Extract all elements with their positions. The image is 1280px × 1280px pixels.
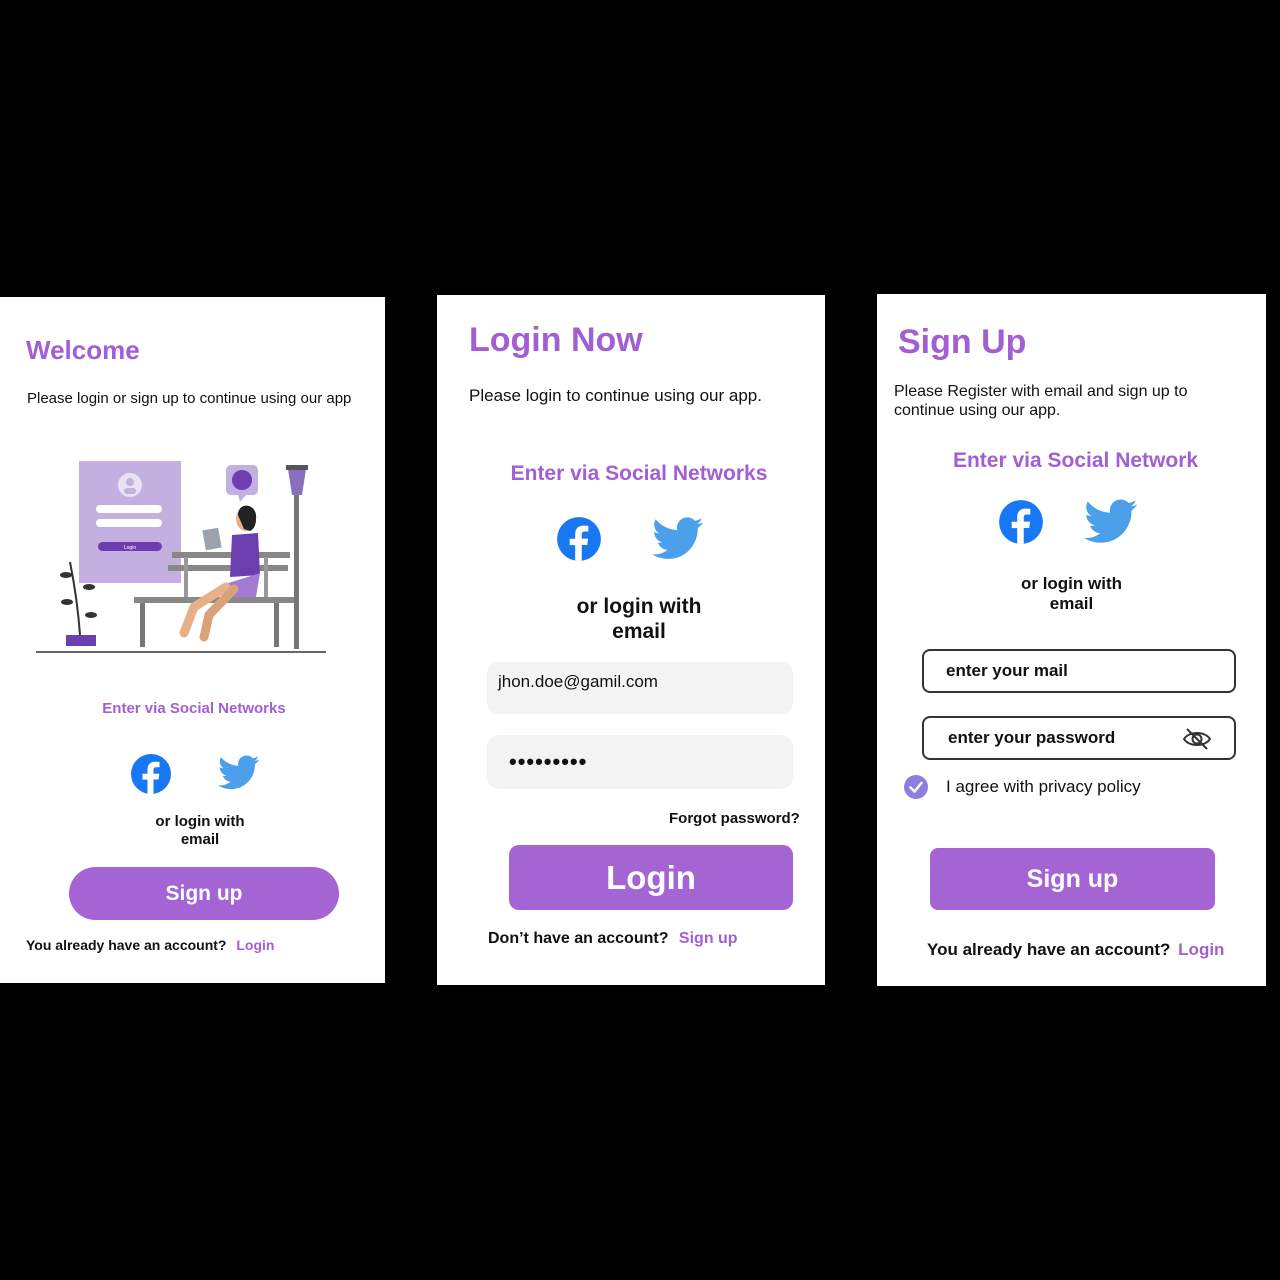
login-title: Login Now [469, 321, 643, 359]
or-login-line1: or login with [155, 813, 245, 830]
login-button[interactable]: Login [509, 845, 793, 910]
signup-social-heading: Enter via Social Network [952, 449, 1199, 472]
mini-login-label: Login [124, 545, 136, 551]
signup-footer: You already have an account? Login [927, 940, 1224, 960]
welcome-signup-button[interactable]: Sign up [69, 867, 339, 920]
signup-login-link[interactable]: Login [1178, 940, 1224, 959]
signup-title: Sign Up [898, 323, 1027, 361]
illustration-graphic: Login [36, 461, 326, 653]
signup-subtitle-line2: continue using our app. [894, 402, 1061, 419]
login-signup-link[interactable]: Sign up [679, 930, 738, 947]
welcome-title: Welcome [26, 335, 140, 365]
facebook-icon[interactable] [998, 499, 1044, 545]
welcome-or-login: or login with email [0, 813, 385, 849]
signup-footer-text: You already have an account? [927, 940, 1171, 959]
welcome-subtitle: Please login or sign up to continue usin… [27, 390, 352, 407]
facebook-icon[interactable] [130, 753, 172, 795]
login-social-heading: Enter via Social Networks [510, 462, 768, 485]
agree-checkbox[interactable] [904, 775, 928, 799]
login-password-field[interactable]: ••••••••• [487, 735, 793, 789]
signup-password-field[interactable]: enter your password [922, 716, 1236, 760]
or-login-line2: email [612, 620, 666, 644]
signup-subtitle: Please Register with email and sign up t… [894, 382, 1188, 420]
login-subtitle: Please login to continue using our app. [469, 386, 762, 405]
agree-label: I agree with privacy policy [946, 777, 1141, 796]
welcome-illustration: Login [34, 457, 334, 657]
welcome-footer-text: You already have an account? [26, 937, 227, 953]
twitter-icon[interactable] [218, 755, 260, 791]
twitter-icon[interactable] [1084, 499, 1138, 545]
or-login-line2: email [1049, 594, 1094, 614]
signup-or-login: or login with email [877, 574, 1266, 615]
or-login-line2: email [180, 831, 220, 848]
facebook-icon[interactable] [556, 516, 602, 562]
login-footer-text: Don’t have an account? [488, 930, 669, 947]
signup-subtitle-line1: Please Register with email and sign up t… [894, 383, 1188, 400]
eye-slash-icon[interactable] [1182, 727, 1212, 751]
login-email-value: jhon.doe@gamil.com [498, 672, 658, 691]
checkbox-check-icon [904, 775, 928, 799]
signup-button[interactable]: Sign up [930, 848, 1215, 910]
signup-screen: Sign Up Please Register with email and s… [877, 294, 1266, 986]
forgot-password-link[interactable]: Forgot password? [669, 810, 800, 827]
signup-password-placeholder: enter your password [948, 728, 1116, 747]
signup-email-placeholder: enter your mail [946, 661, 1068, 680]
welcome-footer: You already have an account? Login [26, 937, 274, 953]
welcome-screen: Welcome Please login or sign up to conti… [0, 297, 385, 983]
login-email-field[interactable]: jhon.doe@gamil.com [487, 662, 793, 714]
login-footer: Don’t have an account? Sign up [488, 930, 738, 948]
login-screen: Login Now Please login to continue using… [437, 295, 825, 985]
login-or-login: or login with email [437, 594, 825, 644]
or-login-line1: or login with [1020, 574, 1123, 593]
login-password-mask: ••••••••• [509, 749, 588, 774]
or-login-line1: or login with [576, 595, 702, 618]
welcome-login-link[interactable]: Login [236, 937, 274, 953]
signup-email-field[interactable]: enter your mail [922, 649, 1236, 693]
twitter-icon[interactable] [652, 517, 704, 561]
welcome-social-heading: Enter via Social Networks [102, 700, 286, 717]
